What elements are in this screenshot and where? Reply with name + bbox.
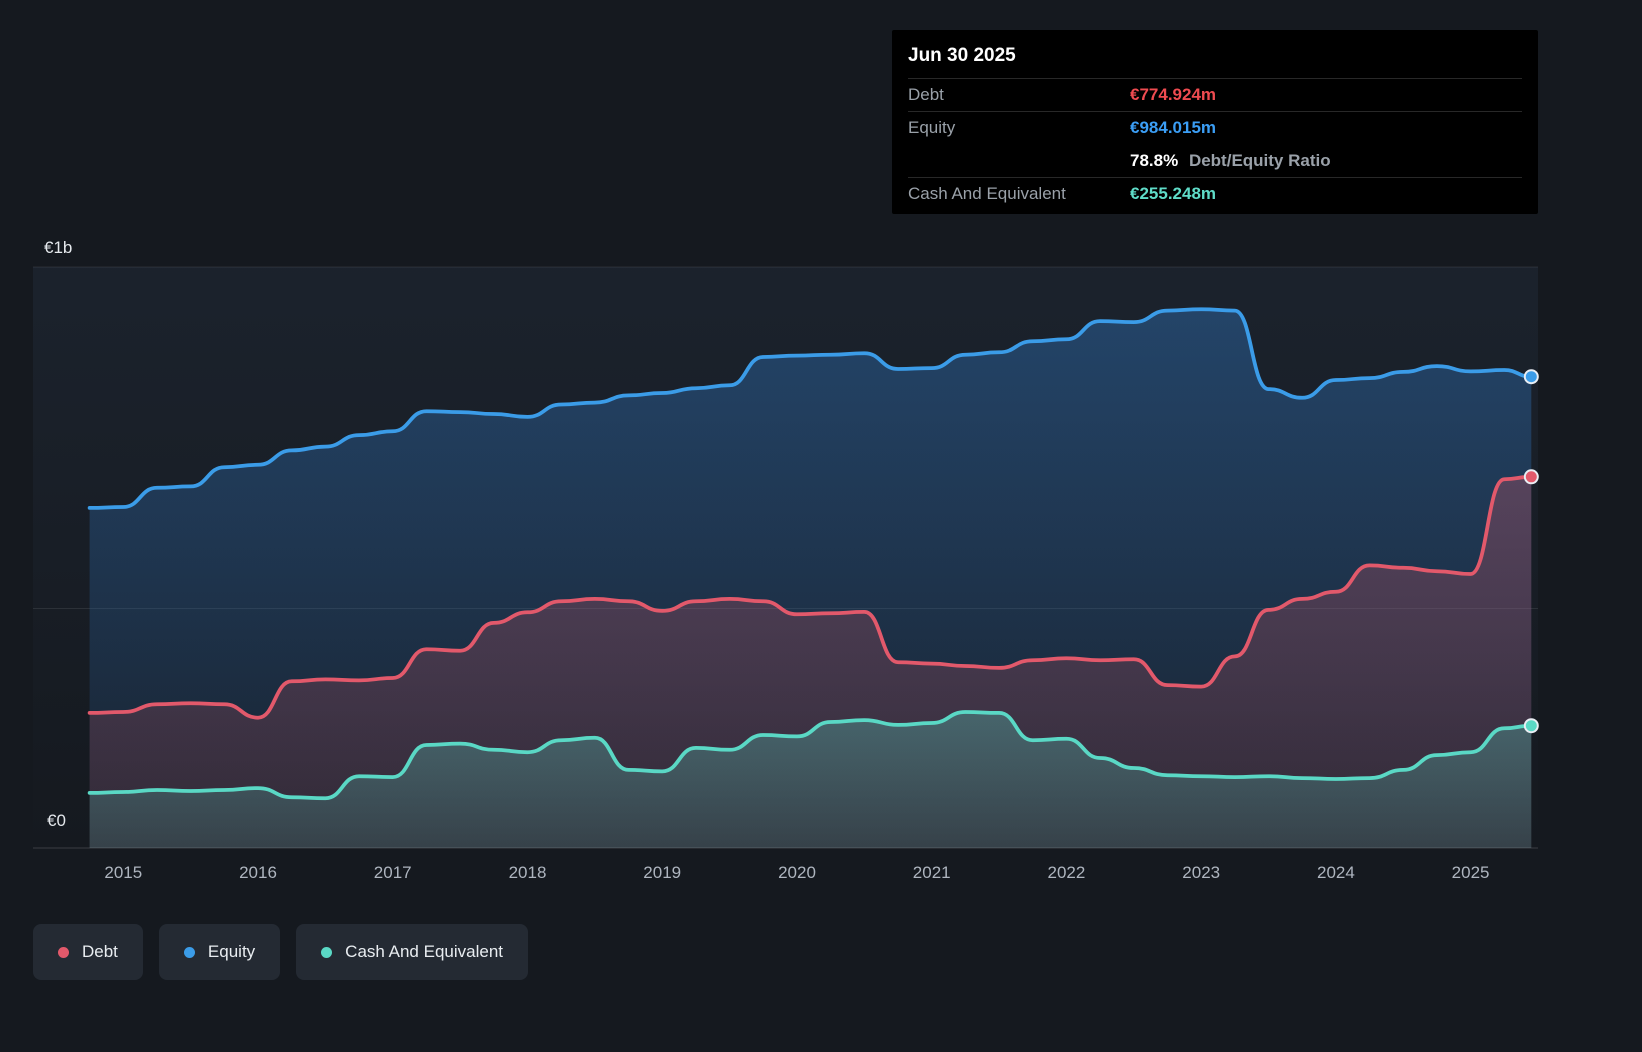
legend-equity-label: Equity: [208, 942, 255, 962]
x-tick-label: 2019: [643, 863, 681, 882]
debt-equity-ratio-value: 78.8%: [1130, 151, 1178, 170]
tooltip-date: Jun 30 2025: [908, 30, 1522, 78]
debt-dot-icon: [58, 947, 69, 958]
legend-item-cash[interactable]: Cash And Equivalent: [296, 924, 528, 980]
chart-legend: Debt Equity Cash And Equivalent: [33, 924, 528, 980]
tooltip-debt-value: €774.924m: [1130, 85, 1216, 105]
tooltip-row-ratio: 78.8% Debt/Equity Ratio: [908, 144, 1522, 177]
tooltip-equity-value: €984.015m: [1130, 118, 1216, 138]
x-tick-label: 2024: [1317, 863, 1355, 882]
x-tick-label: 2021: [913, 863, 951, 882]
equity-dot-icon: [184, 947, 195, 958]
x-tick-label: 2016: [239, 863, 277, 882]
x-tick-label: 2020: [778, 863, 816, 882]
legend-item-equity[interactable]: Equity: [159, 924, 280, 980]
legend-cash-label: Cash And Equivalent: [345, 942, 503, 962]
tooltip-debt-label: Debt: [908, 85, 1130, 105]
tooltip-row-cash: Cash And Equivalent €255.248m: [908, 177, 1522, 210]
tooltip-ratio-value-group: 78.8% Debt/Equity Ratio: [1130, 151, 1331, 171]
x-tick-label: 2015: [104, 863, 142, 882]
y-axis-label-1b: €1b: [44, 238, 72, 258]
debt-equity-ratio-label: Debt/Equity Ratio: [1189, 151, 1331, 170]
tooltip-row-debt: Debt €774.924m: [908, 78, 1522, 111]
cash-end-marker: [1525, 719, 1538, 732]
x-tick-label: 2017: [374, 863, 412, 882]
tooltip-row-equity: Equity €984.015m: [908, 111, 1522, 144]
date-tooltip: Jun 30 2025 Debt €774.924m Equity €984.0…: [892, 30, 1538, 214]
tooltip-equity-label: Equity: [908, 118, 1130, 138]
tooltip-cash-value: €255.248m: [1130, 184, 1216, 204]
legend-debt-label: Debt: [82, 942, 118, 962]
chart-svg[interactable]: 2015 2016 2017 2018 2019 2020 2021 2022 2023 2024…: [33, 267, 1538, 888]
debt-end-marker: [1525, 470, 1538, 483]
tooltip-cash-label: Cash And Equivalent: [908, 184, 1130, 204]
equity-end-marker: [1525, 370, 1538, 383]
x-tick-label: 2022: [1047, 863, 1085, 882]
x-tick-label: 2018: [509, 863, 547, 882]
debt-equity-history-chart: Jun 30 2025 Debt €774.924m Equity €984.0…: [0, 0, 1642, 1052]
cash-dot-icon: [321, 947, 332, 958]
x-tick-label: 2025: [1452, 863, 1490, 882]
legend-item-debt[interactable]: Debt: [33, 924, 143, 980]
x-tick-label: 2023: [1182, 863, 1220, 882]
